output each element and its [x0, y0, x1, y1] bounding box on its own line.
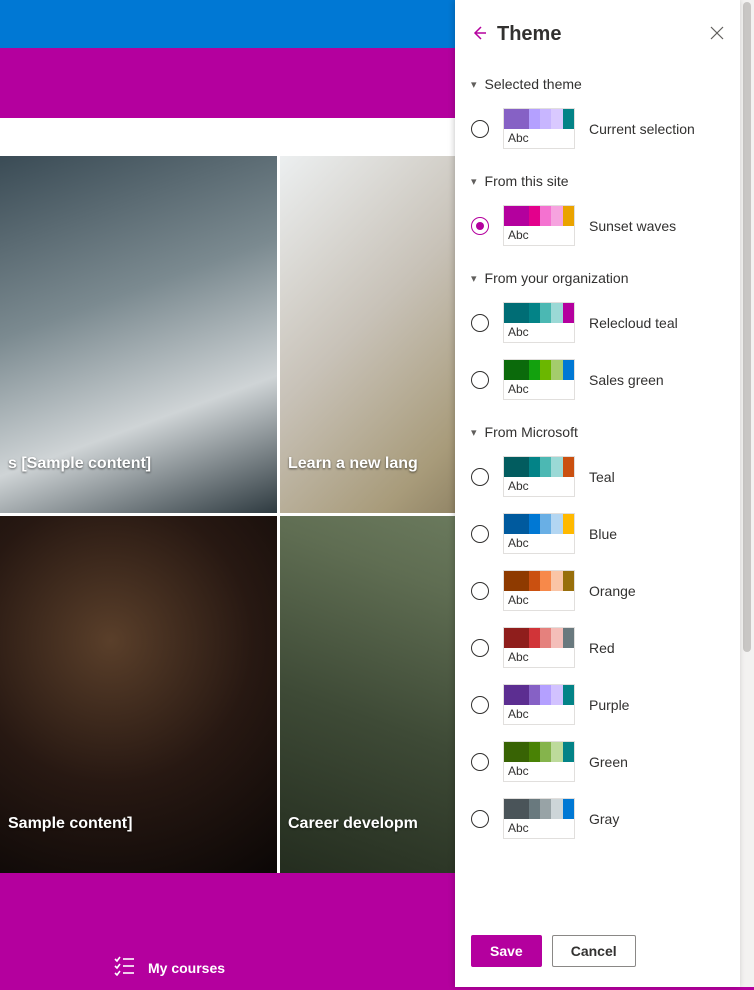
panel-header: Theme	[455, 0, 740, 68]
section-title: From your organization	[485, 270, 629, 286]
back-icon[interactable]	[471, 25, 487, 44]
swatch-sample-text: Abc	[504, 534, 574, 553]
close-icon[interactable]	[710, 26, 724, 43]
radio-button[interactable]	[471, 696, 489, 714]
theme-panel: Theme ▾ Selected theme Abc Current selectio…	[455, 0, 740, 987]
theme-option[interactable]: Abc Relecloud teal	[471, 302, 724, 343]
chevron-down-icon: ▾	[471, 175, 477, 188]
section-title: Selected theme	[485, 76, 582, 92]
swatch-sample-text: Abc	[504, 648, 574, 667]
theme-option[interactable]: Abc Orange	[471, 570, 724, 611]
theme-option[interactable]: Abc Sales green	[471, 359, 724, 400]
panel-title: Theme	[497, 23, 700, 46]
radio-button[interactable]	[471, 525, 489, 543]
scrollbar-thumb[interactable]	[743, 2, 751, 652]
theme-option[interactable]: Abc Blue	[471, 513, 724, 554]
theme-name: Red	[589, 640, 615, 656]
section-header[interactable]: ▾ From your organization	[471, 270, 724, 286]
radio-button[interactable]	[471, 468, 489, 486]
theme-name: Green	[589, 754, 628, 770]
scrollbar-track[interactable]	[740, 0, 754, 987]
theme-swatch: Abc	[503, 627, 575, 668]
theme-swatch: Abc	[503, 205, 575, 246]
theme-name: Gray	[589, 811, 619, 827]
theme-option[interactable]: Abc Current selection	[471, 108, 724, 149]
swatch-sample-text: Abc	[504, 477, 574, 496]
theme-option[interactable]: Abc Teal	[471, 456, 724, 497]
tile-caption: Sample content]	[0, 815, 140, 873]
swatch-sample-text: Abc	[504, 762, 574, 781]
theme-name: Relecloud teal	[589, 315, 678, 331]
chevron-down-icon: ▾	[471, 272, 477, 285]
tile[interactable]: Sample content]	[0, 516, 277, 873]
radio-button[interactable]	[471, 217, 489, 235]
radio-button[interactable]	[471, 753, 489, 771]
save-button[interactable]: Save	[471, 935, 542, 967]
swatch-sample-text: Abc	[504, 380, 574, 399]
tile-caption: s [Sample content]	[0, 455, 159, 513]
theme-swatch: Abc	[503, 741, 575, 782]
radio-button[interactable]	[471, 810, 489, 828]
swatch-sample-text: Abc	[504, 129, 574, 148]
theme-option[interactable]: Abc Gray	[471, 798, 724, 839]
section-header[interactable]: ▾ Selected theme	[471, 76, 724, 92]
radio-button[interactable]	[471, 314, 489, 332]
swatch-sample-text: Abc	[504, 226, 574, 245]
theme-swatch: Abc	[503, 684, 575, 725]
theme-option[interactable]: Abc Green	[471, 741, 724, 782]
tile-caption: Learn a new lang	[280, 455, 426, 513]
radio-button[interactable]	[471, 120, 489, 138]
radio-button[interactable]	[471, 639, 489, 657]
tile[interactable]: s [Sample content]	[0, 156, 277, 513]
theme-option[interactable]: Abc Purple	[471, 684, 724, 725]
theme-swatch: Abc	[503, 570, 575, 611]
section-header[interactable]: ▾ From this site	[471, 173, 724, 189]
swatch-sample-text: Abc	[504, 323, 574, 342]
tile-caption: Career developm	[280, 815, 426, 873]
theme-name: Purple	[589, 697, 629, 713]
section-title: From this site	[485, 173, 569, 189]
theme-swatch: Abc	[503, 302, 575, 343]
theme-name: Sales green	[589, 372, 664, 388]
theme-name: Sunset waves	[589, 218, 676, 234]
bottom-label: My courses	[148, 960, 225, 976]
section-title: From Microsoft	[485, 424, 578, 440]
chevron-down-icon: ▾	[471, 426, 477, 439]
theme-swatch: Abc	[503, 359, 575, 400]
theme-swatch: Abc	[503, 513, 575, 554]
swatch-sample-text: Abc	[504, 705, 574, 724]
theme-name: Current selection	[589, 121, 695, 137]
theme-option[interactable]: Abc Sunset waves	[471, 205, 724, 246]
panel-footer: Save Cancel	[455, 923, 740, 987]
section-header[interactable]: ▾ From Microsoft	[471, 424, 724, 440]
theme-swatch: Abc	[503, 108, 575, 149]
panel-body: ▾ Selected theme Abc Current selection ▾ From…	[455, 68, 740, 923]
cancel-button[interactable]: Cancel	[552, 935, 636, 967]
radio-button[interactable]	[471, 582, 489, 600]
theme-option[interactable]: Abc Red	[471, 627, 724, 668]
theme-name: Orange	[589, 583, 636, 599]
theme-swatch: Abc	[503, 456, 575, 497]
theme-name: Blue	[589, 526, 617, 542]
checklist-icon	[112, 956, 136, 976]
swatch-sample-text: Abc	[504, 591, 574, 610]
chevron-down-icon: ▾	[471, 78, 477, 91]
swatch-sample-text: Abc	[504, 819, 574, 838]
theme-name: Teal	[589, 469, 615, 485]
radio-button[interactable]	[471, 371, 489, 389]
theme-swatch: Abc	[503, 798, 575, 839]
